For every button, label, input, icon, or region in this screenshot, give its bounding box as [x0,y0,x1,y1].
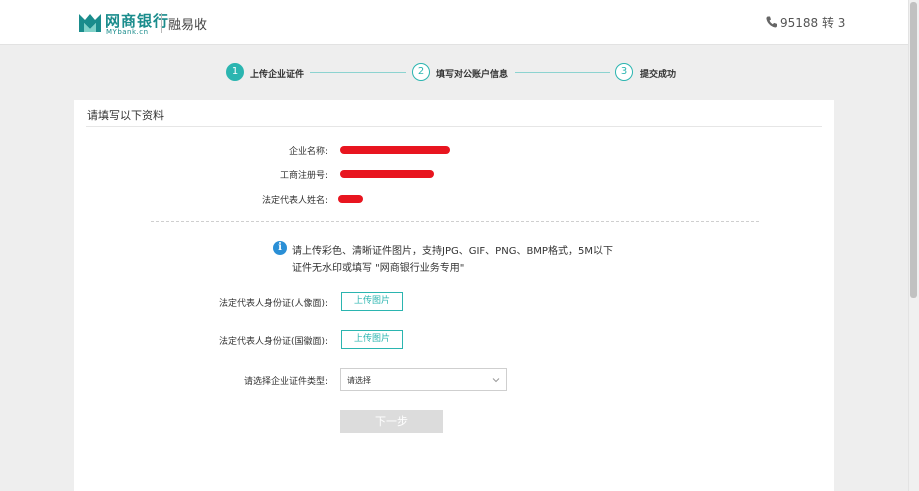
upload-id-back-button[interactable]: 上传图片 [341,330,403,349]
title-divider [86,126,822,127]
form-card: 请填写以下资料 企业名称: 工商注册号: 法定代表人姓名: i 请上传彩色、清晰… [74,100,834,491]
section-divider [151,221,759,222]
legal-rep-name-redacted [338,195,363,203]
info-icon: i [273,241,287,255]
step-connector-2 [515,72,610,73]
id-front-label: 法定代表人身份证(人像面): [218,299,328,309]
logo-divider [161,13,162,33]
company-name-label: 企业名称: [288,147,328,157]
mybank-logo-icon[interactable] [78,11,102,33]
step-2-label: 填写对公账户信息 [436,70,509,80]
step-3-label: 提交成功 [640,70,677,80]
phone-icon [766,16,777,28]
step-1-label: 上传企业证件 [250,70,305,80]
top-header: 网商银行 MYbank.cn 融易收 95188 转 3 [0,0,908,45]
legal-rep-name-label: 法定代表人姓名: [261,196,328,206]
id-back-label: 法定代表人身份证(国徽面): [218,337,328,347]
page-scrollbar-thumb[interactable] [910,2,917,298]
registration-number-redacted [340,170,434,178]
cert-type-select-value: 请选择 [347,376,371,385]
upload-tip-line2: 证件无水印或填写 "网商银行业务专用" [292,263,465,274]
logo-text-en[interactable]: MYbank.cn [106,28,149,36]
service-phone: 95188 转 3 [780,16,846,30]
upload-tip-line1: 请上传彩色、清晰证件图片，支持JPG、GIF、PNG、BMP格式，5M以下 [292,246,613,257]
step-connector-1 [310,72,406,73]
registration-number-label: 工商注册号: [279,171,328,181]
product-name: 融易收 [168,18,208,33]
form-title: 请填写以下资料 [87,109,164,122]
company-name-redacted [340,146,450,154]
cert-type-select[interactable]: 请选择 [340,368,507,391]
upload-id-front-button[interactable]: 上传图片 [341,292,403,311]
next-step-button[interactable]: 下一步 [340,410,443,433]
step-3-circle: 3 [615,63,633,81]
step-2-circle: 2 [412,63,430,81]
chevron-down-icon [492,378,500,383]
cert-type-label: 请选择企业证件类型: [243,377,328,387]
step-1-circle: 1 [226,63,244,81]
